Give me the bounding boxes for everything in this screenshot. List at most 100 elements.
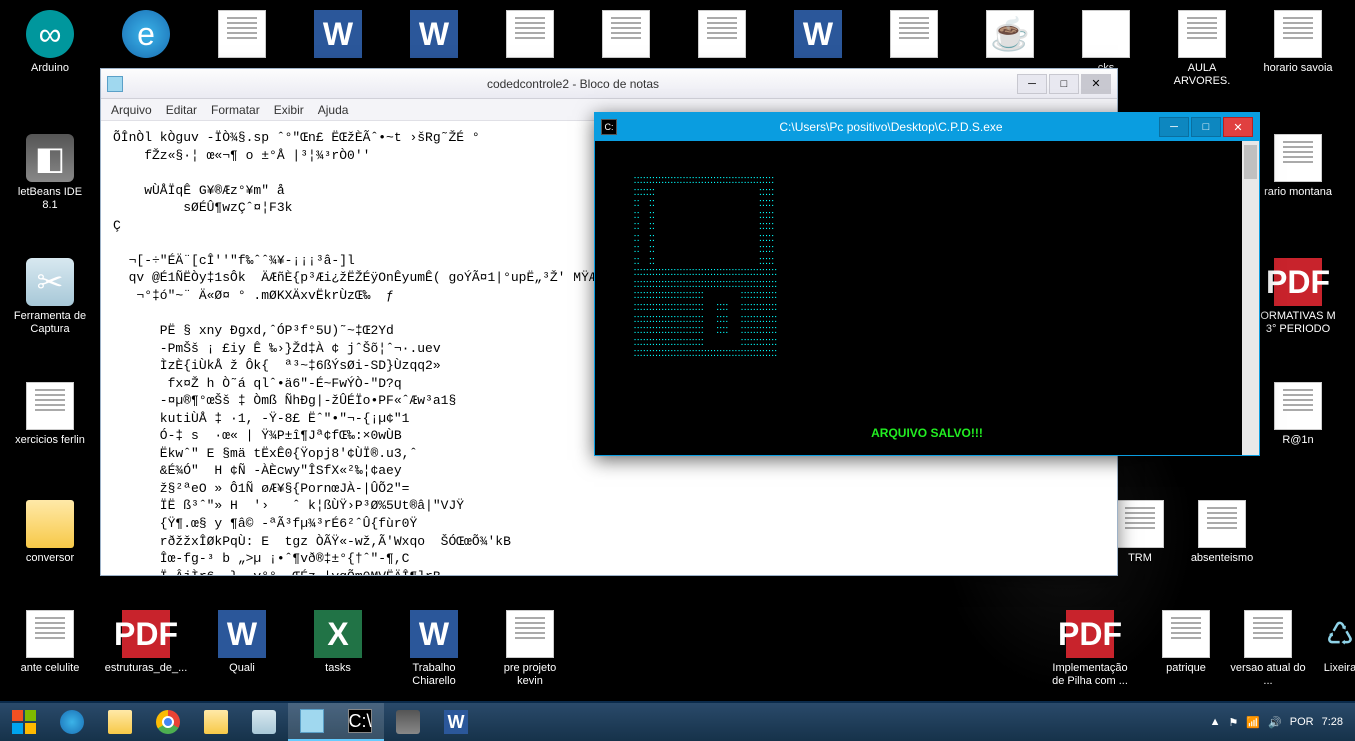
desktop-icon-txt1[interactable] [202, 10, 282, 62]
tray-flag-icon[interactable]: ⚑ [1228, 716, 1238, 729]
ie-icon [60, 710, 84, 734]
tray-volume-icon[interactable]: 🔊 [1268, 716, 1282, 729]
txt-icon [26, 382, 74, 430]
desktop-icon-label: xercicios ferlin [15, 434, 85, 447]
pdf-icon: PDF [1274, 258, 1322, 306]
tray-language[interactable]: POR [1290, 716, 1314, 728]
desktop-icon-label: Trabalho Chiarello [394, 662, 474, 688]
desktop-icon-ferlin[interactable]: xercicios ferlin [10, 382, 90, 447]
desktop-icon-estrut[interactable]: PDF estruturas_de_... [106, 610, 186, 675]
desktop-icon-word1[interactable]: W [298, 10, 378, 62]
desktop-icon-label: ante celulite [21, 662, 80, 675]
snip-icon [252, 710, 276, 734]
desktop-icon-quali[interactable]: WQuali [202, 610, 282, 675]
desktop-icon-arduino[interactable]: ∞ Arduino [10, 10, 90, 75]
tray-clock[interactable]: 7:28 [1322, 716, 1343, 729]
word-icon: W [410, 10, 458, 58]
tray-network-icon[interactable]: 📶 [1246, 716, 1260, 729]
menu-formatar[interactable]: Formatar [211, 103, 260, 117]
txt-icon [506, 610, 554, 658]
txt-icon [1178, 10, 1226, 58]
desktop-icon-label: Lixeira [1324, 662, 1355, 675]
menu-exibir[interactable]: Exibir [274, 103, 304, 117]
desktop-icon-horario-s[interactable]: horario savoia [1258, 10, 1338, 75]
desktop-icon-txt2[interactable] [490, 10, 570, 62]
desktop-icon-txt5[interactable] [874, 10, 954, 62]
start-button[interactable] [0, 703, 48, 741]
desktop-icon-versao[interactable]: versao atual do ... [1228, 610, 1308, 688]
desktop-icon-label: estruturas_de_... [105, 662, 188, 675]
desktop-icon-ie[interactable]: e [106, 10, 186, 62]
desktop-icon-txt4[interactable] [682, 10, 762, 62]
close-button[interactable]: ✕ [1081, 74, 1111, 94]
menu-arquivo[interactable]: Arquivo [111, 103, 152, 117]
minimize-button[interactable]: ─ [1159, 117, 1189, 137]
console-body[interactable]: ::::::::::::::::::::::::::::::::::::::::… [595, 141, 1259, 455]
desktop-icon-trab[interactable]: W Trabalho Chiarello [394, 610, 474, 688]
snip-icon: ✂ [26, 258, 74, 306]
pdf-icon: PDF [1066, 610, 1114, 658]
scrollbar-thumb[interactable] [1244, 145, 1257, 179]
desktop-icon-java[interactable]: ☕ [970, 10, 1050, 62]
desktop-icon-pdf-orm[interactable]: PDFORMATIVAS M 3° PERIODO [1258, 258, 1338, 336]
desktop-icon-label: rario montana [1264, 186, 1332, 199]
arduino-icon: ∞ [26, 10, 74, 58]
close-button[interactable]: ✕ [1223, 117, 1253, 137]
desktop-icon-word2[interactable]: W [394, 10, 474, 62]
desktop-icon-label: versao atual do ... [1228, 662, 1308, 688]
menu-ajuda[interactable]: Ajuda [318, 103, 349, 117]
txt-icon [1116, 500, 1164, 548]
windows-logo-icon [12, 710, 36, 734]
desktop-icon-lixeira[interactable]: ♺Lixeira [1300, 610, 1355, 675]
taskbar-netbeans[interactable] [384, 703, 432, 741]
desktop-icon-absent[interactable]: absenteismo [1182, 500, 1262, 565]
desktop-icon-rario[interactable]: rario montana [1258, 134, 1338, 199]
maximize-button[interactable]: □ [1191, 117, 1221, 137]
desktop-icon-snip[interactable]: ✂Ferramenta de Captura [10, 258, 90, 336]
desktop-icon-word3[interactable]: W [778, 10, 858, 62]
desktop-icon-netbeans[interactable]: ◧letBeans IDE 8.1 [10, 134, 90, 212]
word-icon: W [410, 610, 458, 658]
desktop-icon-impl[interactable]: PDFImplementação de Pilha com ... [1050, 610, 1130, 688]
console-titlebar[interactable]: C: C:\Users\Pc positivo\Desktop\C.P.D.S.… [595, 113, 1259, 141]
taskbar-word[interactable]: W [432, 703, 480, 741]
desktop-icon-label: AULA ARVORES. [1162, 62, 1242, 88]
excel-icon: X [314, 610, 362, 658]
desktop-icon-txt3[interactable] [586, 10, 666, 62]
notepad-title: codedcontrole2 - Bloco de notas [129, 77, 1017, 91]
desktop-icon-prekevin[interactable]: pre projeto kevin [490, 610, 570, 688]
desktop-icon-ante[interactable]: ante celulite [10, 610, 90, 675]
maximize-button[interactable]: □ [1049, 74, 1079, 94]
word-icon: W [794, 10, 842, 58]
desktop-icon-label: pre projeto kevin [490, 662, 570, 688]
desktop-icon-patrique[interactable]: patrique [1146, 610, 1226, 675]
taskbar-snip[interactable] [240, 703, 288, 741]
notepad-titlebar[interactable]: codedcontrole2 - Bloco de notas ─ □ ✕ [101, 69, 1117, 99]
taskbar-folder2[interactable] [192, 703, 240, 741]
tray-up-icon[interactable]: ▲ [1210, 716, 1221, 728]
minimize-button[interactable]: ─ [1017, 74, 1047, 94]
pdf-icon: PDF [122, 610, 170, 658]
taskbar-ie[interactable] [48, 703, 96, 741]
txt-icon [602, 10, 650, 58]
taskbar-chrome[interactable] [144, 703, 192, 741]
console-window: C: C:\Users\Pc positivo\Desktop\C.P.D.S.… [594, 112, 1260, 456]
desktop-icon-r1n[interactable]: R@1n [1258, 382, 1338, 447]
desktop-icon-conversor[interactable]: conversor [10, 500, 90, 565]
taskbar-cmd[interactable]: C:\ [336, 703, 384, 741]
taskbar-explorer[interactable] [96, 703, 144, 741]
desktop-icon-cks[interactable]: ⊞cks [1066, 10, 1146, 75]
desktop-icon-label: patrique [1166, 662, 1206, 675]
taskbar: C:\ W ▲ ⚑ 📶 🔊 POR 7:28 [0, 701, 1355, 741]
desktop-icon-aula[interactable]: AULA ARVORES. [1162, 10, 1242, 88]
desktop-icon-tasks[interactable]: Xtasks [298, 610, 378, 675]
desktop-icon-label: Arduino [31, 62, 69, 75]
console-scrollbar[interactable] [1242, 141, 1259, 455]
menu-editar[interactable]: Editar [166, 103, 197, 117]
txt-icon [1274, 134, 1322, 182]
taskbar-notepad[interactable] [288, 703, 336, 741]
txt-icon [506, 10, 554, 58]
word-icon: W [314, 10, 362, 58]
desktop-icon-label: horario savoia [1263, 62, 1332, 75]
system-tray[interactable]: ▲ ⚑ 📶 🔊 POR 7:28 [1198, 716, 1355, 729]
